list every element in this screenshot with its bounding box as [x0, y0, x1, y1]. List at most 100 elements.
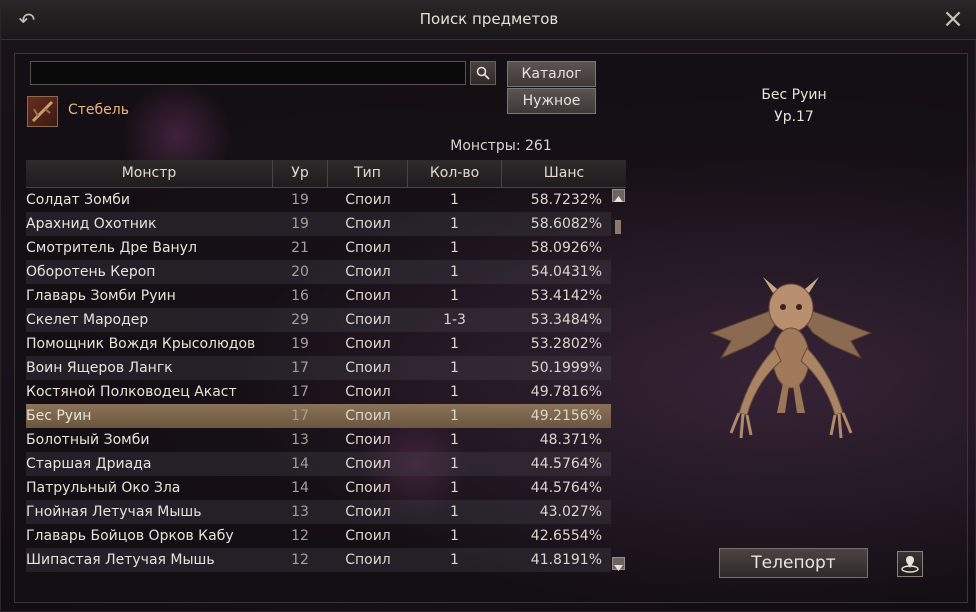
item-name: Стебель — [68, 102, 129, 118]
table-row[interactable]: Смотритель Дре Ванул 21 Споил 1 58.0926% — [26, 236, 611, 260]
table-row[interactable]: Старшая Дриада 14 Споил 1 44.5764% — [26, 452, 611, 476]
quantity-cell: 1 — [450, 384, 459, 400]
search-icon — [476, 66, 490, 80]
type-cell: Споил — [345, 336, 391, 352]
table-header: Монстр Ур Тип Кол-во Шанс — [26, 160, 626, 188]
table-row[interactable]: Гнойная Летучая Мышь 13 Споил 1 43.027% — [26, 500, 611, 524]
level-cell: 14 — [291, 480, 309, 496]
table-row[interactable]: Оборотень Кероп 20 Споил 1 54.0431% — [26, 260, 611, 284]
quantity-cell: 1 — [450, 216, 459, 232]
type-cell: Споил — [345, 480, 391, 496]
type-cell: Споил — [345, 312, 391, 328]
type-cell: Споил — [345, 504, 391, 520]
type-cell: Споил — [345, 384, 391, 400]
item-search-window: ↶ Поиск предметов × Каталог Нужное Стебе… — [0, 0, 976, 612]
type-cell: Споил — [345, 240, 391, 256]
table-row[interactable]: Шипастая Летучая Мышь 12 Споил 1 41.8191% — [26, 548, 611, 572]
search-button[interactable] — [470, 61, 496, 85]
monster-name-cell: Смотритель Дре Ванул — [26, 240, 197, 256]
type-cell: Споил — [345, 216, 391, 232]
chance-cell: 44.5764% — [530, 480, 602, 496]
scroll-down-button[interactable] — [612, 557, 625, 571]
catalog-button[interactable]: Каталог — [507, 61, 596, 87]
search-input[interactable] — [30, 61, 466, 85]
teleport-button[interactable]: Телепорт — [719, 548, 868, 578]
table-row[interactable]: Болотный Зомби 13 Споил 1 48.371% — [26, 428, 611, 452]
level-cell: 13 — [291, 504, 309, 520]
monster-name-cell: Главарь Бойцов Орков Кабу — [26, 528, 234, 544]
chance-cell: 53.3484% — [530, 312, 602, 328]
map-pin-icon[interactable] — [897, 551, 923, 577]
monster-name-cell: Воин Ящеров Лангк — [26, 360, 173, 376]
needed-button[interactable]: Нужное — [507, 88, 596, 114]
stem-item-icon — [27, 96, 58, 127]
type-cell: Споил — [345, 288, 391, 304]
title-bar: ↶ Поиск предметов × — [1, 1, 976, 40]
table-row[interactable]: Бес Руин 17 Споил 1 49.2156% — [26, 404, 611, 428]
quantity-cell: 1 — [450, 480, 459, 496]
window-title: Поиск предметов — [419, 10, 559, 28]
chance-cell: 49.2156% — [530, 408, 602, 424]
close-icon[interactable]: × — [939, 5, 967, 33]
type-cell: Споил — [345, 552, 391, 568]
level-cell: 12 — [291, 528, 309, 544]
target-monster-level: Ур.17 — [774, 109, 814, 125]
type-cell: Споил — [345, 360, 391, 376]
quantity-cell: 1 — [450, 192, 459, 208]
scrollbar-track[interactable] — [613, 204, 624, 554]
level-cell: 21 — [291, 240, 309, 256]
scroll-up-button[interactable] — [612, 189, 625, 202]
monster-name-cell: Оборотень Кероп — [26, 264, 156, 280]
col-quantity[interactable]: Кол-во — [408, 160, 502, 187]
monster-name-cell: Скелет Мародер — [26, 312, 149, 328]
table-row[interactable]: Воин Ящеров Лангк 17 Споил 1 50.1999% — [26, 356, 611, 380]
type-cell: Споил — [345, 432, 391, 448]
type-cell: Споил — [345, 528, 391, 544]
type-cell: Споил — [345, 408, 391, 424]
table-row[interactable]: Скелет Мародер 29 Споил 1-3 53.3484% — [26, 308, 611, 332]
quantity-cell: 1 — [450, 336, 459, 352]
monster-name-cell: Старшая Дриада — [26, 456, 152, 472]
col-type[interactable]: Тип — [328, 160, 408, 187]
type-cell: Споил — [345, 456, 391, 472]
chance-cell: 53.4142% — [530, 288, 602, 304]
level-cell: 17 — [291, 360, 309, 376]
monster-name-cell: Главарь Зомби Руин — [26, 288, 176, 304]
col-chance[interactable]: Шанс — [502, 160, 626, 187]
chance-cell: 58.0926% — [530, 240, 602, 256]
monster-name-cell: Патрульный Око Зла — [26, 480, 181, 496]
table-row[interactable]: Главарь Зомби Руин 16 Споил 1 53.4142% — [26, 284, 611, 308]
table-row[interactable]: Главарь Бойцов Орков Кабу 12 Споил 1 42.6554… — [26, 524, 611, 548]
table-row[interactable]: Солдат Зомби 19 Споил 1 58.7232% — [26, 188, 611, 212]
monster-name-cell: Шипастая Летучая Мышь — [26, 552, 215, 568]
monster-name-cell: Арахнид Охотник — [26, 216, 157, 232]
chance-cell: 43.027% — [539, 504, 602, 520]
table-row[interactable]: Арахнид Охотник 19 Споил 1 58.6082% — [26, 212, 611, 236]
quantity-cell: 1 — [450, 504, 459, 520]
quantity-cell: 1 — [450, 528, 459, 544]
table-row[interactable]: Патрульный Око Зла 14 Споил 1 44.5764% — [26, 476, 611, 500]
monster-name-cell: Гнойная Летучая Мышь — [26, 504, 202, 520]
col-level[interactable]: Ур — [273, 160, 328, 187]
quantity-cell: 1 — [450, 456, 459, 472]
level-cell: 12 — [291, 552, 309, 568]
level-cell: 19 — [291, 192, 309, 208]
monster-name-cell: Болотный Зомби — [26, 432, 150, 448]
chance-cell: 42.6554% — [530, 528, 602, 544]
col-monster[interactable]: Монстр — [26, 160, 273, 187]
monster-name-cell: Помощник Вождя Крысолюдов — [26, 336, 256, 352]
table-row[interactable]: Помощник Вождя Крысолюдов 19 Споил 1 53.2802… — [26, 332, 611, 356]
scrollbar-thumb[interactable] — [615, 220, 621, 234]
quantity-cell: 1 — [450, 360, 459, 376]
level-cell: 20 — [291, 264, 309, 280]
quantity-cell: 1-3 — [443, 312, 466, 328]
chance-cell: 44.5764% — [530, 456, 602, 472]
table-row[interactable]: Костяной Полководец Акаст 17 Споил 1 49.7816… — [26, 380, 611, 404]
quantity-cell: 1 — [450, 240, 459, 256]
quantity-cell: 1 — [450, 264, 459, 280]
chance-cell: 48.371% — [539, 432, 602, 448]
level-cell: 13 — [291, 432, 309, 448]
chance-cell: 58.7232% — [530, 192, 602, 208]
level-cell: 17 — [291, 408, 309, 424]
type-cell: Споил — [345, 192, 391, 208]
